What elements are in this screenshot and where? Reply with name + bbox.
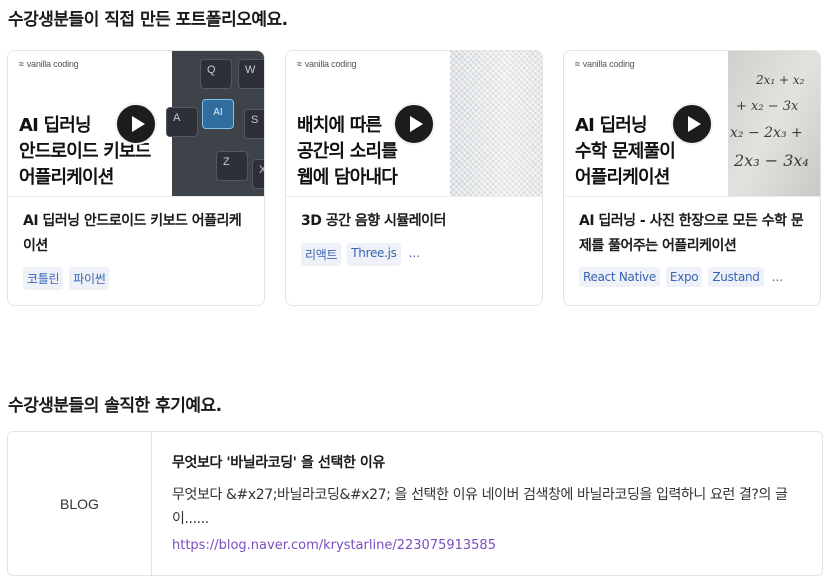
key-q: Q bbox=[200, 59, 232, 89]
portfolio-card[interactable]: ≈ vanilla coding 배치에 따른 공간의 소리를 웹에 담아내다 3… bbox=[285, 50, 543, 306]
tag-list: 리액트 Three.js ... bbox=[301, 243, 422, 266]
card-thumbnail[interactable]: ≈ vanilla coding AI 딥러닝 안드로이드 키보드 어플리케이션 … bbox=[8, 51, 264, 197]
equation-line: 2x₃ − 3x₄ bbox=[734, 151, 809, 170]
card-thumbnail[interactable]: ≈ vanilla coding 배치에 따른 공간의 소리를 웹에 담아내다 bbox=[286, 51, 542, 197]
card-title: AI 딥러닝 안드로이드 키보드 어플리케이션 bbox=[23, 213, 242, 254]
brand-logo: ≈ vanilla coding bbox=[297, 59, 357, 69]
play-icon[interactable] bbox=[671, 103, 713, 145]
play-icon[interactable] bbox=[115, 103, 157, 145]
key-w: W bbox=[238, 59, 264, 89]
tag: 파이썬 bbox=[69, 267, 110, 290]
speaker-mesh-image bbox=[450, 51, 542, 196]
review-link[interactable]: https://blog.naver.com/krystarline/22307… bbox=[172, 538, 496, 553]
tag: 리액트 bbox=[301, 243, 342, 266]
card-title: 3D 공간 음향 시뮬레이터 bbox=[301, 213, 446, 229]
tag: Zustand bbox=[708, 267, 764, 287]
brand-logo: ≈ vanilla coding bbox=[575, 59, 635, 69]
review-excerpt: 무엇보다 &#x27;바닐라코딩&#x27; 을 선택한 이유 네이버 검색창에… bbox=[172, 487, 788, 527]
equation-line: x₂ − 2x₃ + bbox=[730, 125, 803, 141]
review-title: 무엇보다 '바닐라코딩' 을 선택한 이유 bbox=[172, 455, 385, 471]
ai-key-icon: AI bbox=[202, 99, 234, 129]
key-a: A bbox=[166, 107, 198, 137]
thumbnail-title: AI 딥러닝 수학 문제풀이 어플리케이션 bbox=[575, 115, 676, 188]
key-s: S bbox=[244, 109, 264, 139]
keyboard-image: Q W A AI S Z X bbox=[166, 51, 264, 196]
key-z: Z bbox=[216, 151, 248, 181]
thumbnail-title: 배치에 따른 공간의 소리를 웹에 담아내다 bbox=[297, 115, 398, 188]
portfolio-card[interactable]: ≈ vanilla coding AI 딥러닝 수학 문제풀이 어플리케이션 2x… bbox=[563, 50, 821, 306]
brand-logo: ≈ vanilla coding bbox=[19, 59, 79, 69]
tag: Expo bbox=[665, 267, 703, 287]
portfolio-card[interactable]: ≈ vanilla coding AI 딥러닝 안드로이드 키보드 어플리케이션 … bbox=[7, 50, 265, 306]
review-item[interactable]: BLOG 무엇보다 '바닐라코딩' 을 선택한 이유 무엇보다 &#x27;바닐… bbox=[7, 431, 823, 576]
math-equation-image: 2x₁ + x₂ + x₂ − 3x x₂ − 2x₃ + 2x₃ − 3x₄ bbox=[728, 51, 820, 196]
more-tags: ... bbox=[771, 270, 784, 284]
tag: Three.js bbox=[347, 243, 401, 266]
ai-key-label: AI bbox=[213, 107, 223, 118]
reviews-heading: 수강생분들의 솔직한 후기예요. bbox=[8, 396, 222, 416]
key-x: X bbox=[252, 159, 264, 189]
tag: React Native bbox=[579, 267, 660, 287]
card-thumbnail[interactable]: ≈ vanilla coding AI 딥러닝 수학 문제풀이 어플리케이션 2x… bbox=[564, 51, 820, 197]
play-icon[interactable] bbox=[393, 103, 435, 145]
review-source: BLOG bbox=[8, 432, 152, 575]
equation-line: + x₂ − 3x bbox=[736, 99, 799, 114]
tag-list: 코틀린 파이썬 bbox=[23, 267, 110, 290]
tag: 코틀린 bbox=[23, 267, 64, 290]
card-title: AI 딥러닝 - 사진 한장으로 모든 수학 문제를 풀어주는 어플리케이션 bbox=[579, 213, 804, 254]
equation-line: 2x₁ + x₂ bbox=[756, 73, 805, 87]
tag-list: React Native Expo Zustand ... bbox=[579, 267, 785, 287]
more-tags: ... bbox=[408, 246, 421, 260]
portfolio-heading: 수강생분들이 직접 만든 포트폴리오예요. bbox=[8, 10, 288, 30]
